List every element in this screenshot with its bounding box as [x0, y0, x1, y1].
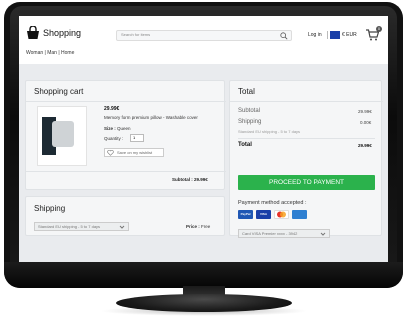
- paypal-icon: PayPal: [238, 210, 253, 219]
- monitor-stand: [116, 294, 292, 312]
- amex-icon: [292, 210, 307, 219]
- currency-selector[interactable]: € EUR: [330, 30, 362, 40]
- category-nav[interactable]: Woman | Man | Home: [26, 50, 74, 56]
- shipping-note: Standard EU shipping - 5 to 7 days: [238, 129, 301, 134]
- quantity-select[interactable]: 1: [130, 134, 144, 142]
- subtotal-label: Subtotal: [238, 108, 261, 114]
- shipping-label: Shipping: [238, 119, 262, 125]
- wishlist-button[interactable]: Save on my wishlist: [104, 148, 164, 157]
- shopping-cart-panel: Shopping cart 29.99€ Memory form premium…: [25, 80, 226, 190]
- saved-card-select[interactable]: Card VISA Premier xxxx - 3942: [238, 229, 330, 238]
- total-label: Total: [238, 142, 252, 148]
- screen: Shopping Search for items Log in € EUR 0…: [19, 16, 388, 262]
- product-image[interactable]: [37, 106, 87, 166]
- shipping-method-select[interactable]: Standard EU shipping - 5 to 7 days: [34, 222, 129, 231]
- cart-title: Shopping cart: [34, 87, 84, 96]
- search-placeholder: Search for items: [121, 32, 151, 37]
- header-divider: [327, 31, 328, 39]
- shipping-price: Price : Free: [186, 224, 211, 229]
- login-link[interactable]: Log in: [308, 32, 322, 38]
- product-price: 29.99€: [104, 106, 120, 112]
- search-input[interactable]: Search for items: [116, 30, 292, 41]
- shipping-panel: Shipping Standard EU shipping - 5 to 7 d…: [25, 196, 225, 236]
- shipping-title: Shipping: [34, 204, 66, 213]
- total-title: Total: [238, 87, 255, 96]
- monitor-chin: [4, 262, 403, 288]
- mastercard-icon: [274, 210, 289, 219]
- shopping-bag-icon[interactable]: [26, 26, 40, 40]
- total-value: 29.99€: [358, 143, 372, 148]
- shipping-value: 0.00€: [360, 120, 372, 125]
- visa-icon: VISA: [256, 210, 271, 219]
- product-name[interactable]: Memory form premium pillow - Washable co…: [104, 115, 198, 120]
- eu-flag-icon: [330, 31, 340, 39]
- logo-text[interactable]: Shopping: [43, 28, 81, 38]
- cart-subtotal: Subtotal : 29.99€: [172, 177, 208, 182]
- proceed-to-payment-button[interactable]: PROCEED TO PAYMENT: [238, 175, 375, 190]
- quantity-label: Quantity :: [104, 136, 124, 141]
- heart-icon: [107, 150, 114, 156]
- product-size: Size : Queen: [104, 126, 131, 131]
- payment-methods-label: Payment method accepted :: [238, 200, 307, 206]
- search-icon[interactable]: [280, 32, 288, 40]
- cart-count-badge: 0: [376, 26, 382, 32]
- subtotal-value: 29.99€: [358, 109, 372, 114]
- chevron-down-icon: [119, 225, 125, 229]
- total-panel: Total Subtotal 29.99€ Shipping 0.00€ Sta…: [229, 80, 383, 238]
- chevron-down-icon: [320, 232, 326, 236]
- site-header: Shopping Search for items Log in € EUR 0…: [19, 16, 388, 64]
- currency-label: € EUR: [342, 32, 357, 38]
